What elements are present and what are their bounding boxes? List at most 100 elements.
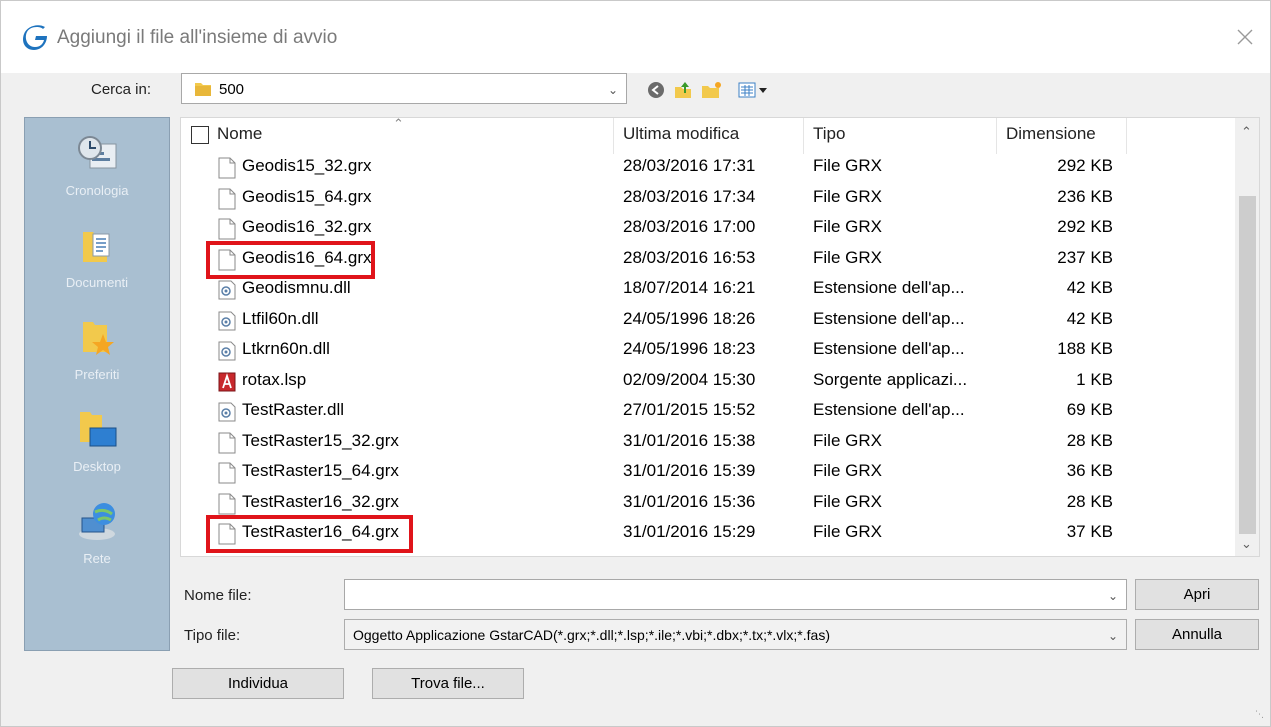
file-type: Sorgente applicazi... <box>813 369 968 389</box>
column-divider[interactable] <box>803 118 804 154</box>
locate-button[interactable]: Individua <box>172 668 344 699</box>
file-modified: 02/09/2004 15:30 <box>623 369 756 389</box>
file-type: Estensione dell'ap... <box>813 308 965 328</box>
file-name: TestRaster15_64.grx <box>242 461 399 480</box>
open-button[interactable]: Apri <box>1135 579 1259 610</box>
place-label: Rete <box>83 551 111 566</box>
file-name: Geodis15_64.grx <box>242 186 372 206</box>
file-row[interactable]: Geodismnu.dll 18/07/2014 16:21 Estensione … <box>181 274 1126 305</box>
file-row[interactable]: Geodis15_32.grx 28/03/2016 17:31 File GRX 2… <box>181 152 1126 183</box>
file-modified: 31/01/2016 15:29 <box>623 522 756 541</box>
highlight-box <box>206 515 413 553</box>
view-menu-button[interactable] <box>737 79 773 101</box>
file-size: 28 KB <box>1066 430 1113 450</box>
file-modified: 28/03/2016 17:31 <box>623 156 756 175</box>
file-row[interactable]: Geodis16_32.grx 28/03/2016 17:00 File GRX 2… <box>181 213 1126 244</box>
lookin-value: 500 <box>219 81 245 98</box>
file-list: ⌃ Nome Ultima modifica Tipo Dimensione G… <box>180 117 1260 557</box>
file-modified: 31/01/2016 15:38 <box>623 430 756 450</box>
place-network[interactable]: Rete <box>25 500 169 566</box>
column-divider[interactable] <box>1126 118 1127 154</box>
gstarcad-logo-icon <box>23 25 47 50</box>
file-type: File GRX <box>813 247 882 267</box>
file-modified: 28/03/2016 17:34 <box>623 186 756 206</box>
filetype-label: Tipo file: <box>184 627 241 644</box>
place-label: Documenti <box>65 275 129 290</box>
close-icon <box>1237 29 1253 45</box>
place-favorites[interactable]: Preferiti <box>25 318 169 382</box>
file-row[interactable]: Geodis16_64.grx 28/03/2016 16:53 File GRX 2… <box>181 240 1126 279</box>
column-header-type[interactable]: Tipo <box>813 124 845 144</box>
file-modified: 24/05/1996 18:23 <box>623 339 756 358</box>
back-icon <box>648 82 664 98</box>
file-name: Ltfil60n.dll <box>242 308 319 328</box>
new-folder-button[interactable] <box>699 79 725 101</box>
file-size: 188 KB <box>1057 339 1113 358</box>
chevron-down-icon[interactable]: ⌄ <box>608 83 618 97</box>
column-header-name[interactable]: Nome <box>189 124 609 148</box>
file-size: 292 KB <box>1057 217 1113 236</box>
back-button[interactable] <box>645 79 667 101</box>
close-button[interactable] <box>1227 19 1263 55</box>
file-size: 28 KB <box>1066 491 1113 511</box>
file-name: TestRaster.dll <box>242 400 345 419</box>
lookin-dropdown[interactable]: 500 ⌄ <box>181 73 627 104</box>
place-label: Preferiti <box>74 367 120 382</box>
file-row[interactable]: TestRaster15_32.grx 31/01/2016 15:38 File … <box>181 427 1126 458</box>
file-dialog: Aggiungi il file all'insieme di avvio Ce… <box>0 0 1271 727</box>
file-row[interactable]: Geodis15_64.grx 28/03/2016 17:34 File GRX 2… <box>181 183 1126 214</box>
file-row[interactable]: TestRaster.dll 27/01/2015 15:52 Estensione… <box>181 396 1126 427</box>
file-size: 42 KB <box>1066 308 1113 328</box>
select-all-checkbox[interactable] <box>191 126 209 144</box>
place-history[interactable]: Cronologia <box>25 134 169 198</box>
file-icon <box>218 462 236 484</box>
file-row[interactable]: TestRaster16_64.grx 31/01/2016 15:29 File … <box>181 515 1126 553</box>
cancel-button[interactable]: Annulla <box>1135 619 1259 650</box>
file-icon <box>218 432 236 453</box>
up-folder-button[interactable] <box>671 79 695 101</box>
filename-label: Nome file: <box>184 587 252 604</box>
dll-icon <box>218 402 236 422</box>
file-row[interactable]: TestRaster15_64.grx 31/01/2016 15:39 File … <box>181 457 1126 488</box>
column-divider[interactable] <box>613 118 614 154</box>
filename-input[interactable]: ⌄ <box>344 579 1127 610</box>
file-icon <box>218 493 236 514</box>
file-modified: 31/01/2016 15:36 <box>623 491 756 511</box>
file-size: 69 KB <box>1066 400 1113 419</box>
file-name: Geodis15_32.grx <box>242 156 372 175</box>
file-type: File GRX <box>813 430 882 450</box>
find-file-button[interactable]: Trova file... <box>372 668 524 699</box>
title-bar: Aggiungi il file all'insieme di avvio <box>1 1 1270 73</box>
lookin-label: Cerca in: <box>91 81 152 98</box>
file-row[interactable]: TestRaster16_32.grx 31/01/2016 15:36 File … <box>181 488 1126 519</box>
column-divider[interactable] <box>996 118 997 154</box>
documents-icon <box>83 232 110 262</box>
resize-grip-icon[interactable]: ⋱ <box>1255 709 1264 720</box>
file-size: 1 KB <box>1076 369 1113 389</box>
file-row[interactable]: rotax.lsp 02/09/2004 15:30 Sorgente applic… <box>181 366 1126 397</box>
place-desktop[interactable]: Desktop <box>25 410 169 474</box>
file-size: 37 KB <box>1066 522 1113 541</box>
scroll-up-icon[interactable]: ⌃ <box>1241 124 1252 140</box>
file-icon <box>218 218 236 240</box>
chevron-down-icon[interactable]: ⌄ <box>1108 589 1118 603</box>
highlight-box <box>206 240 375 279</box>
file-size: 292 KB <box>1057 156 1113 175</box>
lisp-icon <box>218 372 236 391</box>
column-header-size[interactable]: Dimensione <box>1006 124 1096 144</box>
chevron-down-icon[interactable]: ⌄ <box>1108 629 1118 643</box>
file-row[interactable]: Ltkrn60n.dll 24/05/1996 18:23 Estensione d… <box>181 335 1126 366</box>
dll-icon <box>218 341 236 361</box>
file-row[interactable]: Ltfil60n.dll 24/05/1996 18:26 Estensione d… <box>181 305 1126 336</box>
place-documents[interactable]: Documenti <box>25 226 169 290</box>
scroll-thumb[interactable] <box>1239 196 1256 534</box>
window-title: Aggiungi il file all'insieme di avvio <box>57 27 338 48</box>
scroll-down-icon[interactable]: ⌄ <box>1241 536 1252 552</box>
column-name-label: Nome <box>217 124 263 143</box>
vertical-scrollbar[interactable]: ⌃ ⌄ <box>1235 118 1259 556</box>
file-name: rotax.lsp <box>242 369 307 389</box>
file-type: Estensione dell'ap... <box>813 339 965 358</box>
file-type: File GRX <box>813 491 882 511</box>
filetype-dropdown[interactable]: Oggetto Applicazione GstarCAD(*.grx;*.dl… <box>344 619 1127 650</box>
column-header-modified[interactable]: Ultima modifica <box>623 124 739 144</box>
